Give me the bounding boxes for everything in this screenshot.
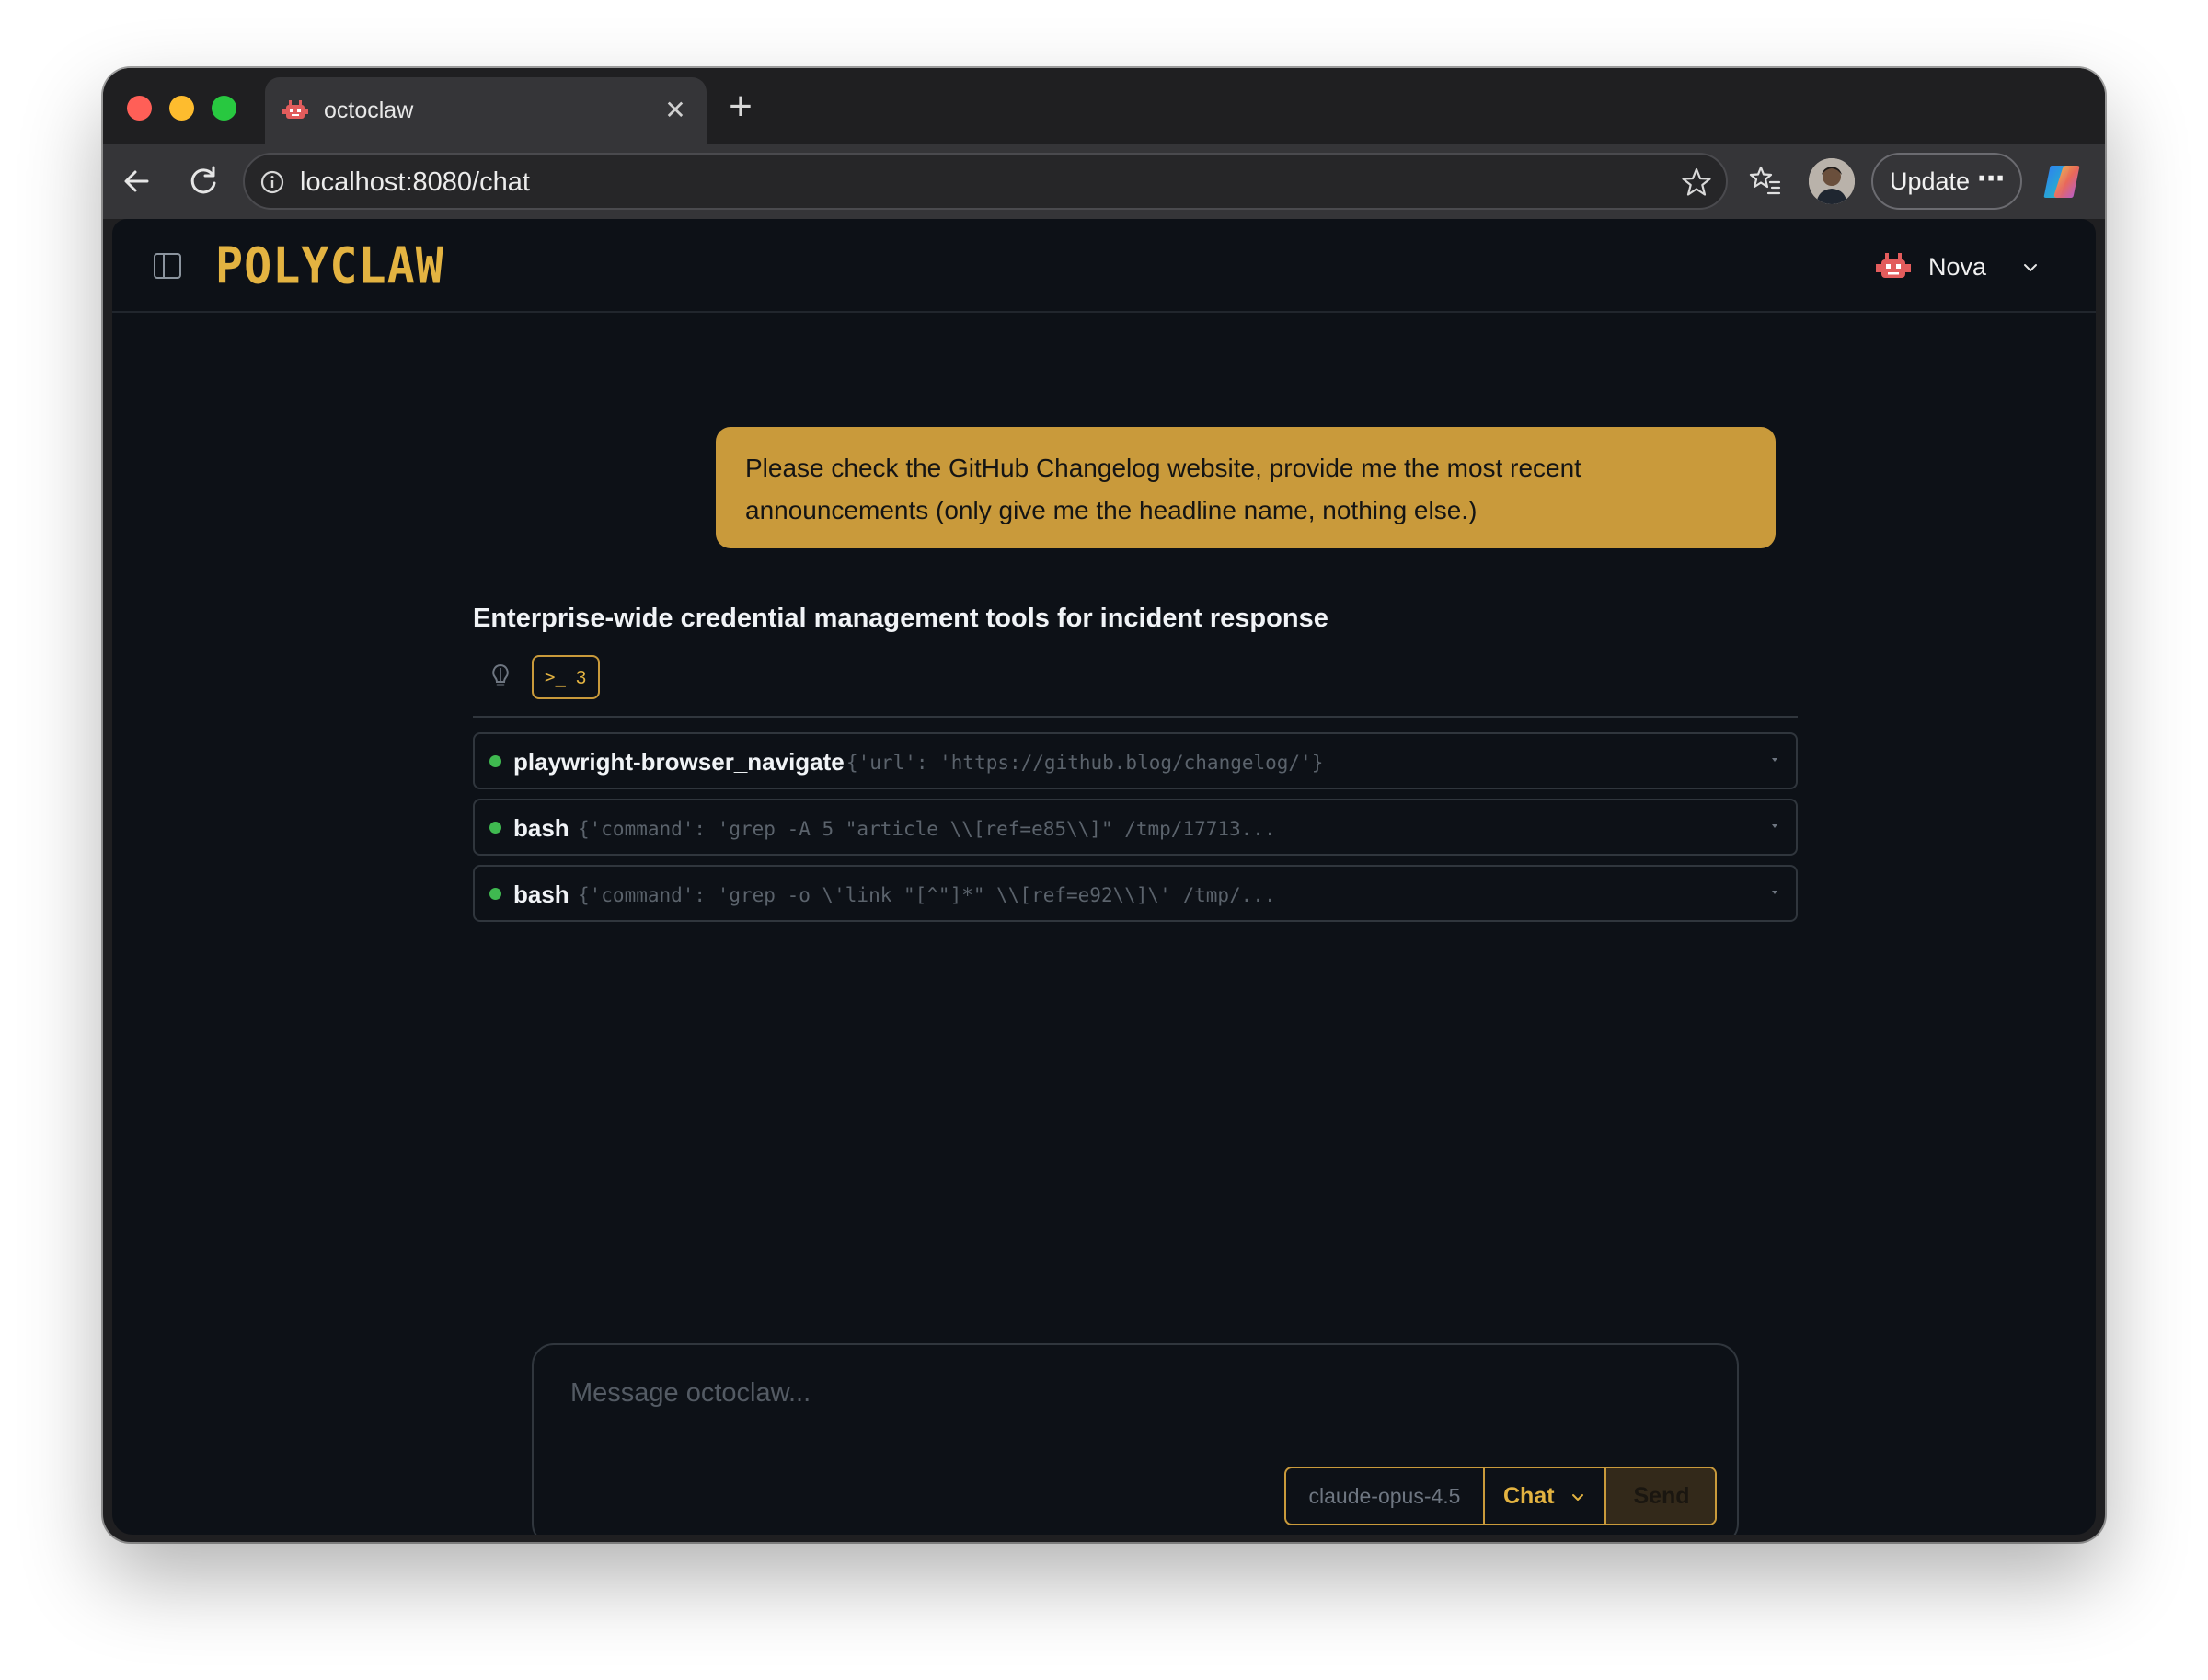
favorites-icon[interactable] [1746, 162, 1783, 199]
chevron-down-icon [2024, 264, 2037, 271]
reply-toolbar: >_ 3 [473, 653, 749, 701]
app-header: POLYCLAW Nova [112, 219, 2096, 313]
terminal-icon: >_ [545, 667, 566, 687]
tool-name: bash [513, 880, 569, 908]
back-arrow-icon[interactable] [116, 160, 158, 202]
status-success-dot [489, 888, 501, 900]
robot-icon [1876, 253, 1911, 278]
agent-name: Nova [1928, 253, 1987, 281]
tool-args: {'command': 'grep -A 5 "article \\[ref=e… [578, 818, 1276, 840]
tool-call-row[interactable]: playwright-browser_navigate {'url': 'htt… [473, 732, 1798, 789]
url-text[interactable]: localhost:8080/chat [300, 167, 530, 198]
browser-window: octoclaw ✕ + localhost:8080/chat Update … [103, 68, 2105, 1542]
tool-name: playwright-browser_navigate [513, 748, 845, 776]
info-icon[interactable] [259, 169, 285, 195]
address-bar[interactable]: localhost:8080/chat [243, 153, 1728, 210]
star-icon[interactable] [1680, 166, 1713, 199]
user-message-bubble: Please check the GitHub Changelog websit… [716, 427, 1776, 548]
status-success-dot [489, 755, 501, 767]
divider [473, 716, 1798, 718]
close-window-button[interactable] [127, 96, 152, 121]
reload-icon[interactable] [182, 160, 224, 202]
expand-caret-icon[interactable] [1772, 891, 1777, 894]
tool-call-count: 3 [576, 668, 587, 688]
mode-selector[interactable]: Chat [1485, 1468, 1606, 1524]
tool-calls-toggle[interactable]: >_ 3 [532, 655, 600, 699]
model-selector[interactable]: claude-opus-4.5 [1286, 1468, 1485, 1524]
tab-strip: octoclaw ✕ + [103, 68, 2105, 144]
assistant-reply-title: Enterprise-wide credential management to… [473, 604, 1328, 633]
lightbulb-icon[interactable] [488, 662, 513, 690]
update-label: Update [1890, 167, 1971, 195]
robot-icon [282, 100, 308, 119]
browser-toolbar: localhost:8080/chat Update ⋯ [103, 144, 2105, 219]
tool-call-row[interactable]: bash {'command': 'grep -A 5 "article \\[… [473, 799, 1798, 856]
tool-name: bash [513, 814, 569, 842]
expand-caret-icon[interactable] [1772, 824, 1777, 828]
chevron-down-icon [1572, 1494, 1583, 1501]
plus-icon[interactable]: + [721, 86, 760, 127]
more-icon[interactable]: ⋯ [1977, 153, 2006, 206]
mode-label: Chat [1503, 1483, 1555, 1509]
message-composer[interactable]: Message octoclaw... claude-opus-4.5 Chat… [532, 1343, 1739, 1535]
tab-title: octoclaw [324, 98, 414, 123]
message-input[interactable]: Message octoclaw... [570, 1376, 811, 1410]
app-logo: POLYCLAW [215, 236, 444, 295]
composer-controls: claude-opus-4.5 Chat Send [1284, 1467, 1717, 1525]
profile-photo [1809, 158, 1855, 204]
update-button[interactable]: Update ⋯ [1871, 153, 2022, 210]
agent-selector[interactable]: Nova [1875, 247, 2041, 287]
tool-args: {'command': 'grep -o \'link "[^"]*" \\[r… [578, 884, 1276, 906]
expand-caret-icon[interactable] [1772, 758, 1777, 762]
tool-args: {'url': 'https://github.blog/changelog/'… [846, 752, 1324, 774]
sidebar-toggle-icon[interactable] [153, 252, 182, 280]
avatar[interactable] [1809, 158, 1855, 204]
minimize-window-button[interactable] [169, 96, 194, 121]
tool-call-row[interactable]: bash {'command': 'grep -o \'link "[^"]*"… [473, 865, 1798, 922]
app-viewport: POLYCLAW Nova Please check the GitHub Ch… [112, 219, 2096, 1535]
status-success-dot [489, 822, 501, 834]
maximize-window-button[interactable] [212, 96, 236, 121]
browser-tab[interactable]: octoclaw ✕ [265, 77, 707, 144]
close-icon[interactable]: ✕ [661, 96, 690, 125]
send-button[interactable]: Send [1606, 1468, 1715, 1524]
copilot-icon[interactable] [2039, 158, 2085, 204]
